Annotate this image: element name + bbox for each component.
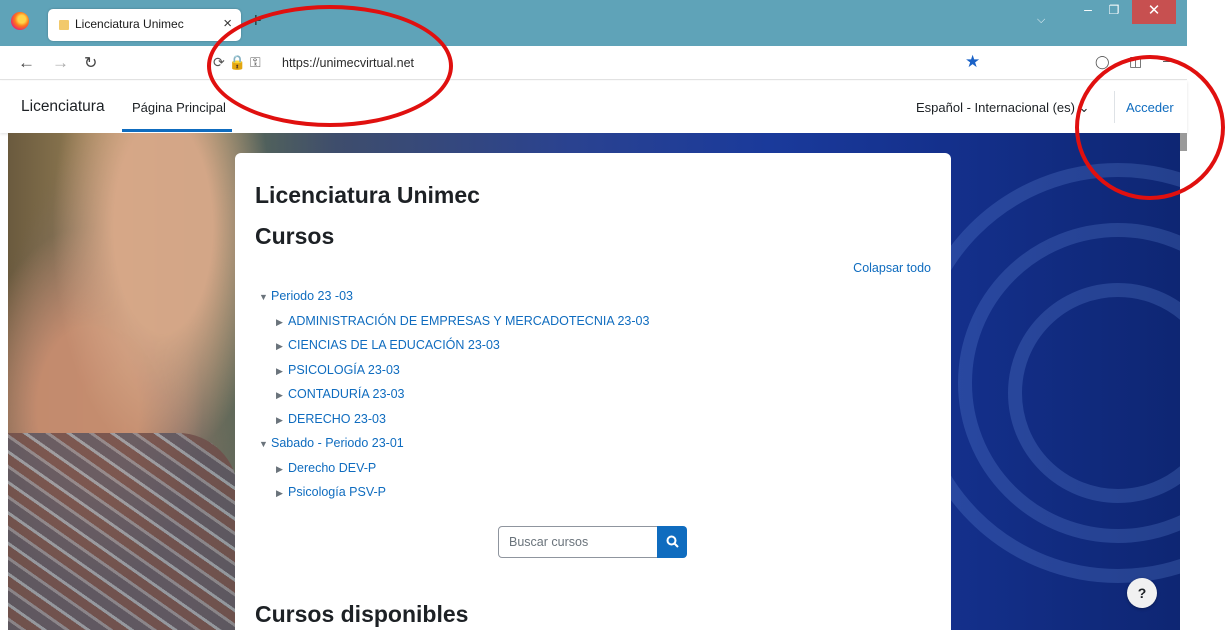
available-courses-heading: Cursos disponibles (255, 601, 469, 627)
search-icon (666, 535, 679, 548)
search-button[interactable] (657, 526, 687, 558)
category-label[interactable]: DERECHO 23-03 (288, 412, 386, 426)
window-close-icon[interactable]: ✕ (1132, 0, 1176, 24)
category-item[interactable]: ▼ Periodo 23 -03 (259, 285, 649, 310)
hero-shirt-image (8, 433, 238, 630)
collapse-all-link[interactable]: Colapsar todo (853, 261, 931, 275)
category-item[interactable]: ▶ Derecho DEV-P (259, 457, 649, 482)
caret-right-icon: ▶ (276, 365, 283, 376)
help-button[interactable]: ? (1127, 578, 1157, 608)
forward-arrow-icon[interactable]: → (52, 53, 69, 73)
caret-right-icon: ▶ (276, 463, 283, 474)
category-label[interactable]: PSICOLOGÍA 23-03 (288, 363, 400, 377)
minimize-icon[interactable]: – (1075, 0, 1101, 20)
category-item[interactable]: ▶ CIENCIAS DE LA EDUCACIÓN 23-03 (259, 334, 649, 359)
category-item[interactable]: ▶ DERECHO 23-03 (259, 408, 649, 433)
tab-list-chevron-icon[interactable]: ⌵ (1037, 14, 1045, 27)
caret-down-icon: ▼ (259, 439, 268, 449)
restore-icon[interactable]: ❐ (1101, 0, 1127, 20)
caret-right-icon: ▶ (276, 414, 283, 425)
tab-title: Licenciatura Unimec (75, 17, 184, 31)
language-selector[interactable]: Español - Internacional (es) ⌄ (916, 100, 1089, 116)
category-label[interactable]: CIENCIAS DE LA EDUCACIÓN 23-03 (288, 338, 500, 352)
nav-home-link[interactable]: Página Principal (132, 100, 226, 115)
caret-right-icon: ▶ (276, 390, 283, 400)
category-label[interactable]: Periodo 23 -03 (271, 289, 353, 303)
firefox-logo-icon[interactable] (11, 12, 29, 30)
annotation-circle-login (1075, 55, 1225, 200)
favicon-icon (59, 20, 69, 30)
main-card: Licenciatura Unimec Cursos Colapsar todo… (235, 153, 951, 630)
back-arrow-icon[interactable]: ← (18, 53, 35, 73)
browser-navbar: ← → ↻ ⟳ 🔒 ⚿ https://unimecvirtual.net ★ … (0, 46, 1187, 80)
category-item[interactable]: ▼ Sabado - Periodo 23-01 (259, 432, 649, 457)
category-label[interactable]: CONTADURÍA 23-03 (288, 387, 404, 401)
category-item[interactable]: ▶ Psicología PSV-P (259, 481, 649, 506)
caret-right-icon: ▶ (276, 341, 283, 351)
category-label[interactable]: Psicología PSV-P (288, 485, 386, 499)
browser-tab[interactable]: Licenciatura Unimec × (48, 9, 241, 41)
category-item[interactable]: ▶ CONTADURÍA 23-03 (259, 383, 649, 408)
bookmark-star-icon[interactable]: ★ (965, 52, 980, 72)
search-courses-input[interactable]: Buscar cursos (498, 526, 658, 558)
annotation-circle-url (207, 5, 453, 127)
category-label[interactable]: ADMINISTRACIÓN DE EMPRESAS Y MERCADOTECN… (288, 314, 649, 328)
category-label[interactable]: Sabado - Periodo 23-01 (271, 436, 404, 450)
page-title: Licenciatura Unimec (255, 182, 480, 208)
site-header: Licenciatura Página Principal Español - … (0, 81, 1187, 133)
category-tree: ▼ Periodo 23 -03 ▶ ADMINISTRACIÓN DE EMPRE… (259, 285, 649, 506)
caret-right-icon: ▶ (276, 488, 283, 498)
reload-icon[interactable]: ↻ (84, 53, 97, 73)
courses-heading: Cursos (255, 223, 335, 249)
category-item[interactable]: ▶ PSICOLOGÍA 23-03 (259, 359, 649, 384)
category-item[interactable]: ▶ ADMINISTRACIÓN DE EMPRESAS Y MERCADOTEC… (259, 310, 649, 335)
browser-titlebar: Licenciatura Unimec × + ⌵ – ❐ ✕ (0, 0, 1187, 46)
caret-right-icon: ▶ (276, 316, 283, 327)
site-brand[interactable]: Licenciatura (21, 98, 105, 116)
caret-down-icon: ▼ (259, 292, 268, 302)
category-label[interactable]: Derecho DEV-P (288, 461, 376, 475)
active-nav-underline (122, 129, 232, 132)
